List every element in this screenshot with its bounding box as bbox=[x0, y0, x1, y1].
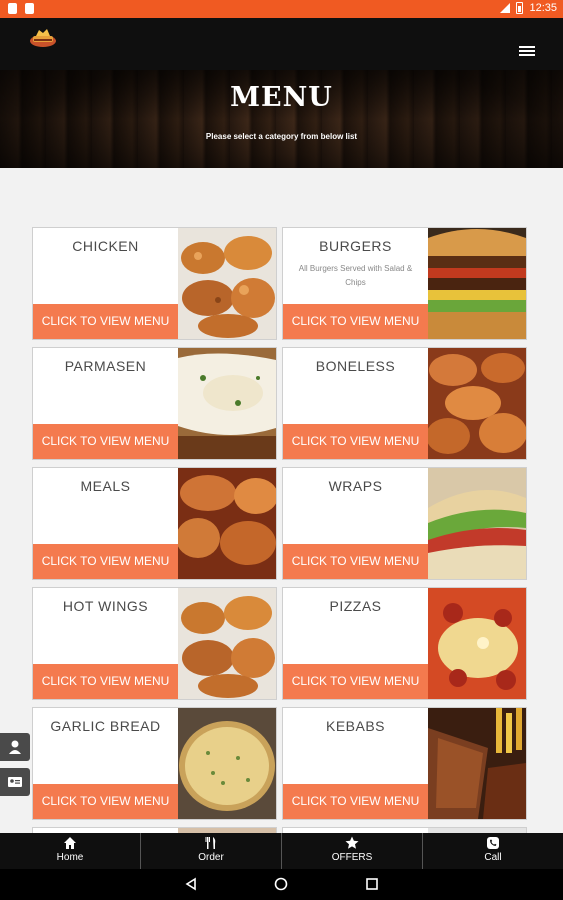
category-title: GARLIC BREAD bbox=[50, 718, 161, 734]
category-title: MEALS bbox=[80, 478, 131, 494]
top-bar bbox=[0, 18, 563, 70]
view-menu-button[interactable]: CLICK TO VIEW MENU bbox=[33, 424, 178, 459]
nav-label: Order bbox=[198, 852, 224, 863]
menu-banner: MENU Please select a category from below… bbox=[0, 70, 563, 168]
kebab-image bbox=[428, 708, 526, 819]
hot-wings-image bbox=[178, 588, 276, 699]
parmesan-image bbox=[178, 348, 276, 459]
page-subtitle: Please select a category from below list bbox=[205, 132, 358, 141]
meals-image bbox=[178, 468, 276, 579]
category-subtitle: All Burgers Served with Salad & Chips bbox=[298, 264, 413, 287]
category-title: BURGERS bbox=[319, 238, 392, 254]
nav-call[interactable]: Call bbox=[423, 833, 563, 869]
view-menu-button[interactable]: CLICK TO VIEW MENU bbox=[33, 664, 178, 699]
fried-chicken-image bbox=[178, 228, 276, 339]
battery-icon bbox=[516, 2, 524, 14]
back-icon[interactable] bbox=[184, 877, 198, 891]
restaurant-logo-icon[interactable] bbox=[28, 27, 58, 49]
category-title: BONELESS bbox=[315, 358, 396, 374]
category-card-wraps[interactable]: WRAPS CLICK TO VIEW MENU bbox=[282, 467, 527, 580]
status-time: 12:35 bbox=[529, 2, 557, 14]
category-card-hot-wings[interactable]: HOT WINGS CLICK TO VIEW MENU bbox=[32, 587, 277, 700]
view-menu-button[interactable]: CLICK TO VIEW MENU bbox=[283, 304, 428, 339]
wraps-image bbox=[428, 468, 526, 579]
view-menu-button[interactable]: CLICK TO VIEW MENU bbox=[283, 784, 428, 819]
profile-side-button[interactable] bbox=[0, 733, 30, 761]
category-title: KEBABS bbox=[325, 718, 386, 734]
star-icon bbox=[345, 836, 359, 849]
view-menu-button[interactable]: CLICK TO VIEW MENU bbox=[283, 664, 428, 699]
view-menu-button[interactable]: CLICK TO VIEW MENU bbox=[283, 544, 428, 579]
category-card-parmasen[interactable]: PARMASEN CLICK TO VIEW MENU bbox=[32, 347, 277, 460]
phone-icon bbox=[487, 837, 499, 849]
user-icon bbox=[9, 740, 21, 754]
nav-label: Call bbox=[484, 852, 502, 863]
boneless-chicken-image bbox=[428, 348, 526, 459]
category-title: CHICKEN bbox=[72, 238, 139, 254]
category-card-garlic-bread[interactable]: GARLIC BREAD CLICK TO VIEW MENU bbox=[32, 707, 277, 820]
status-bar: 12:35 bbox=[0, 0, 563, 18]
nav-label: OFFERS bbox=[331, 852, 373, 863]
category-title: HOT WINGS bbox=[62, 598, 149, 614]
view-menu-button[interactable]: CLICK TO VIEW MENU bbox=[283, 424, 428, 459]
contact-side-button[interactable] bbox=[0, 768, 30, 796]
view-menu-button[interactable]: CLICK TO VIEW MENU bbox=[33, 304, 178, 339]
category-title: PIZZAS bbox=[329, 598, 382, 614]
recents-icon[interactable] bbox=[365, 877, 379, 891]
notification-icon bbox=[25, 3, 34, 14]
notification-icon bbox=[8, 3, 17, 14]
notification-icons bbox=[8, 3, 34, 14]
category-card-chicken[interactable]: CHICKEN CLICK TO VIEW MENU bbox=[32, 227, 277, 340]
home-icon bbox=[64, 837, 76, 849]
page-title: MENU bbox=[230, 82, 333, 113]
system-nav-bar bbox=[0, 869, 563, 900]
view-menu-button[interactable]: CLICK TO VIEW MENU bbox=[33, 544, 178, 579]
pizza-image bbox=[428, 588, 526, 699]
category-title: WRAPS bbox=[328, 478, 383, 494]
burger-image bbox=[428, 228, 526, 339]
category-title: PARMASEN bbox=[64, 358, 147, 374]
signal-icon bbox=[500, 3, 511, 13]
category-card-burgers[interactable]: BURGERS All Burgers Served with Salad & … bbox=[282, 227, 527, 340]
cutlery-icon bbox=[205, 837, 216, 849]
nav-order[interactable]: Order bbox=[141, 833, 282, 869]
view-menu-button[interactable]: CLICK TO VIEW MENU bbox=[33, 784, 178, 819]
nav-home[interactable]: Home bbox=[0, 833, 141, 869]
garlic-bread-image bbox=[178, 708, 276, 819]
bottom-nav: Home Order OFFERS Call bbox=[0, 833, 563, 869]
nav-offers[interactable]: OFFERS bbox=[282, 833, 423, 869]
contact-card-icon bbox=[8, 777, 22, 787]
category-card-boneless[interactable]: BONELESS CLICK TO VIEW MENU bbox=[282, 347, 527, 460]
nav-label: Home bbox=[56, 852, 84, 863]
category-card-meals[interactable]: MEALS CLICK TO VIEW MENU bbox=[32, 467, 277, 580]
category-card-kebabs[interactable]: KEBABS CLICK TO VIEW MENU bbox=[282, 707, 527, 820]
home-circle-icon[interactable] bbox=[274, 877, 288, 891]
category-card-pizzas[interactable]: PIZZAS CLICK TO VIEW MENU bbox=[282, 587, 527, 700]
hamburger-icon[interactable] bbox=[519, 46, 535, 56]
